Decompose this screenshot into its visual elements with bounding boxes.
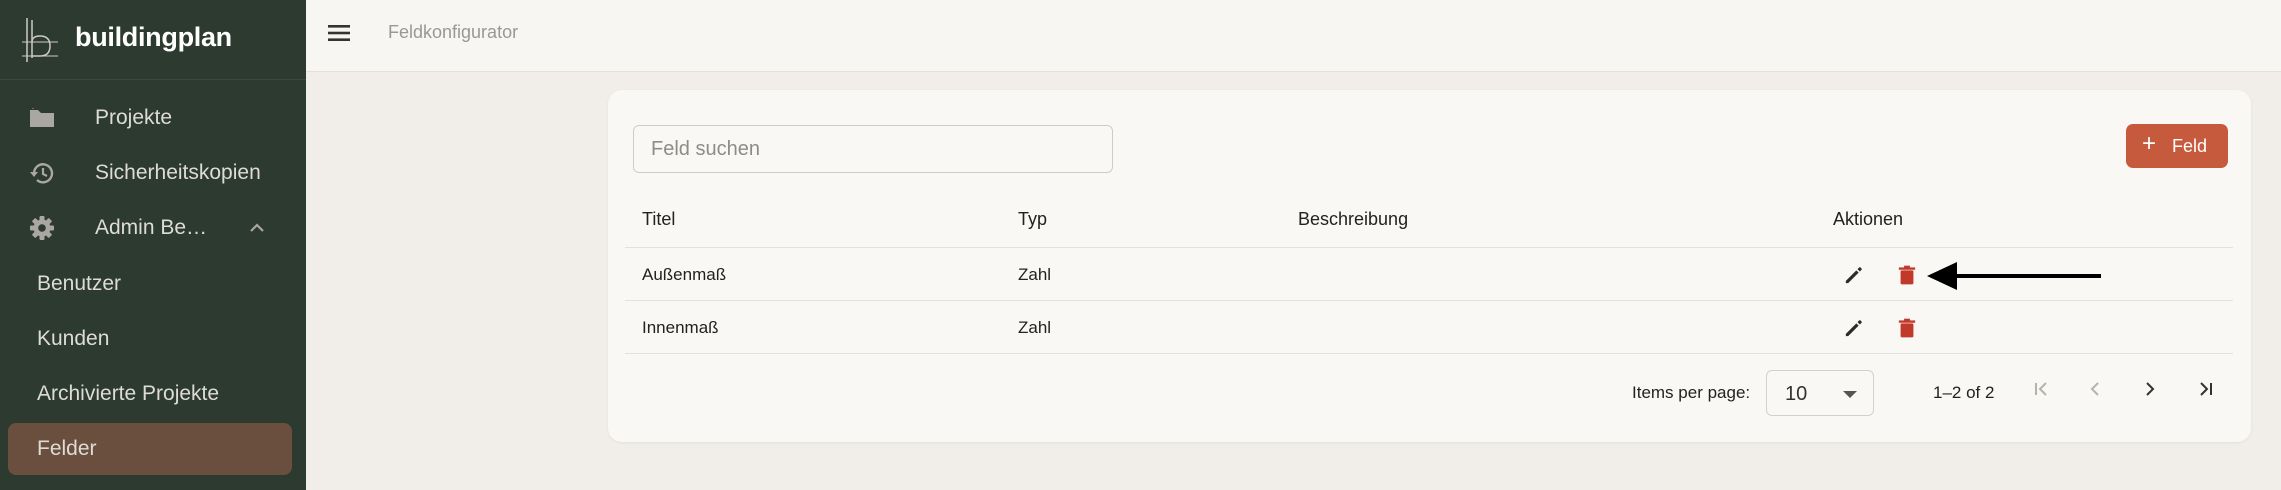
- sidebar-item-benutzer[interactable]: Benutzer: [8, 258, 292, 310]
- cell-type: Zahl: [1018, 265, 1052, 284]
- delete-icon[interactable]: [1893, 314, 1921, 342]
- add-field-button-label: Feld: [2172, 136, 2208, 156]
- sidebar-item-kunden[interactable]: Kunden: [8, 313, 292, 365]
- last-page-icon[interactable]: [2191, 374, 2221, 404]
- next-page-icon[interactable]: [2135, 374, 2165, 404]
- edit-icon[interactable]: [1840, 314, 1868, 342]
- sidebar-item-label: Sicherheitskopien: [95, 161, 261, 184]
- sidebar-item-label: Projekte: [95, 106, 173, 129]
- items-per-page-select[interactable]: 10: [1766, 370, 1874, 416]
- pagination-range: 1–2 of 2: [1933, 383, 1995, 402]
- edit-icon[interactable]: [1840, 261, 1868, 289]
- top-bar: Feldkonfigurator: [306, 0, 2281, 72]
- dropdown-caret-icon: [1843, 391, 1857, 398]
- cell-title: Innenmaß: [642, 318, 719, 337]
- sidebar-item-label: Felder: [37, 437, 97, 460]
- first-page-icon[interactable]: [2026, 374, 2056, 404]
- divider: [625, 247, 2233, 248]
- search-input[interactable]: [633, 125, 1113, 173]
- page-title: Feldkonfigurator: [388, 22, 519, 42]
- add-field-button[interactable]: + Feld: [2126, 124, 2228, 168]
- column-header-beschreibung[interactable]: Beschreibung: [1298, 209, 1408, 230]
- folder-icon: [30, 108, 54, 127]
- cell-type: Zahl: [1018, 318, 1052, 337]
- sidebar-item-label: Archivierte Projekte: [37, 382, 220, 405]
- sidebar-item-label: Benutzer: [37, 272, 122, 295]
- divider: [625, 300, 2233, 301]
- divider: [625, 353, 2233, 354]
- sidebar: buildingplan Projekte Sicherheitskopien: [0, 0, 306, 490]
- brand-header: buildingplan: [0, 0, 306, 80]
- sidebar-item-projekte[interactable]: Projekte: [0, 92, 306, 144]
- sidebar-item-felder[interactable]: Felder: [8, 423, 292, 475]
- brand-name: buildingplan: [75, 22, 232, 52]
- restore-icon: [30, 163, 54, 184]
- chevron-up-icon[interactable]: [247, 218, 267, 238]
- annotation-arrow-icon: [1927, 262, 2101, 290]
- sidebar-item-label: Kunden: [37, 327, 110, 350]
- sidebar-item-sicherheitskopien[interactable]: Sicherheitskopien: [0, 147, 306, 199]
- items-per-page-value: 10: [1785, 383, 1808, 405]
- cell-title: Außenmaß: [642, 265, 727, 284]
- column-header-aktionen: Aktionen: [1833, 209, 1904, 229]
- column-header-typ[interactable]: Typ: [1018, 209, 1047, 230]
- items-per-page-label: Items per page:: [1632, 383, 1751, 402]
- column-header-titel[interactable]: Titel: [642, 209, 675, 230]
- sidebar-item-archivierte-projekte[interactable]: Archivierte Projekte: [8, 368, 292, 420]
- sidebar-item-admin[interactable]: Admin Be…: [0, 202, 306, 254]
- previous-page-icon[interactable]: [2080, 374, 2110, 404]
- delete-icon[interactable]: [1893, 261, 1921, 289]
- menu-icon[interactable]: [326, 20, 352, 46]
- logo-icon: [22, 18, 58, 62]
- gear-icon: [30, 216, 54, 240]
- plus-icon: +: [2142, 130, 2157, 157]
- sidebar-item-label: Admin Be…: [95, 216, 208, 239]
